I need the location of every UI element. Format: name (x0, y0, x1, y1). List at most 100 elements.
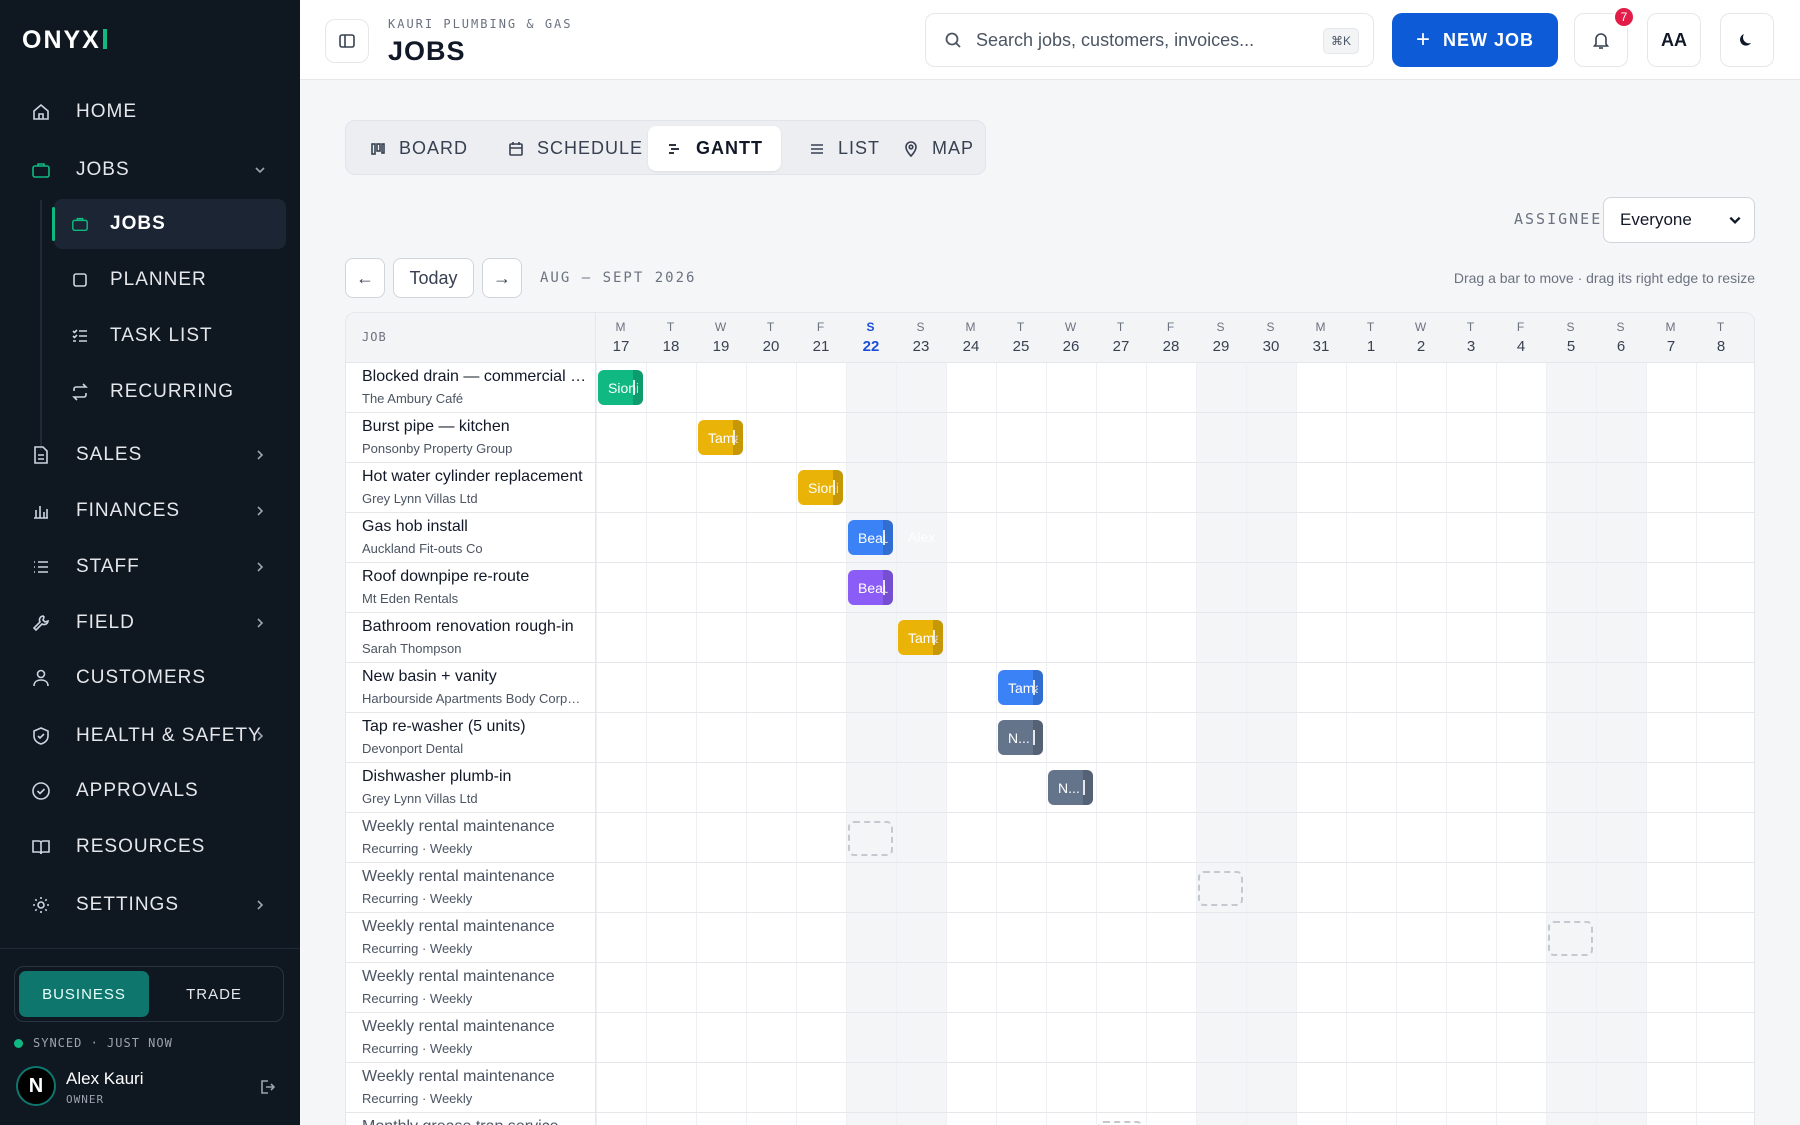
nav-health-safety[interactable]: HEALTH & SAFETY (0, 714, 300, 758)
recurring-placeholder-slot[interactable] (848, 821, 893, 856)
job-bar[interactable]: Beau (848, 570, 893, 605)
chevron-right-icon[interactable] (250, 557, 270, 577)
recurring-placeholder-slot[interactable] (1548, 921, 1593, 956)
sub-item-task-list[interactable]: TASK LIST (54, 311, 286, 361)
job-bar[interactable]: Sioni (798, 470, 843, 505)
breadcrumb[interactable]: KAURI PLUMBING & GAS (388, 17, 573, 31)
nav-label: APPROVALS (76, 780, 199, 801)
job-row[interactable]: Gas hob install Auckland Fit-outs Co Beau A… (346, 513, 1754, 563)
recurring-job-row[interactable]: Weekly rental maintenance Recurring · Wee… (346, 863, 1754, 913)
recurring-placeholder-slot[interactable] (1098, 1121, 1143, 1125)
job-row[interactable]: Dishwasher plumb-in Grey Lynn Villas Ltd N… (346, 763, 1754, 813)
job-title[interactable]: New basin + vanity (362, 668, 587, 686)
day-number: 2 (1416, 338, 1426, 355)
sidebar-toggle-button[interactable] (325, 19, 369, 63)
chevron-right-icon[interactable] (250, 613, 270, 633)
chevron-right-icon[interactable] (250, 895, 270, 915)
job-title[interactable]: Bathroom renovation rough-in (362, 618, 587, 636)
sub-item-recurring[interactable]: RECURRING (54, 367, 286, 417)
recurring-job-row[interactable]: Weekly rental maintenance Recurring · Wee… (346, 1013, 1754, 1063)
job-customer: Harbourside Apartments Body Corporate (362, 691, 587, 706)
chevron-right-icon[interactable] (250, 445, 270, 465)
day-header: S6 (1596, 313, 1646, 363)
job-title[interactable]: Roof downpipe re-route (362, 568, 587, 586)
text-size-button[interactable]: AA (1647, 13, 1701, 67)
job-row[interactable]: Bathroom renovation rough-in Sarah Thomps… (346, 613, 1754, 663)
job-title[interactable]: Tap re-washer (5 units) (362, 718, 587, 736)
assignee-select[interactable]: Everyone (1603, 197, 1755, 243)
recurring-job-row[interactable]: Weekly rental maintenance Recurring · Wee… (346, 963, 1754, 1013)
bar-chart-icon (30, 500, 52, 522)
briefcase-icon (30, 159, 52, 181)
next-button[interactable]: → (482, 258, 522, 298)
sidebar-divider (0, 948, 300, 949)
job-title[interactable]: Weekly rental maintenance (362, 968, 587, 986)
new-job-button[interactable]: + NEW JOB (1392, 13, 1558, 67)
search-input[interactable]: Search jobs, customers, invoices... ⌘K (925, 13, 1374, 67)
job-title[interactable]: Burst pipe — kitchen (362, 418, 587, 436)
day-number: 18 (662, 338, 680, 355)
nav-resources[interactable]: RESOURCES (0, 825, 300, 869)
job-title[interactable]: Monthly grease trap service (362, 1118, 587, 1125)
nav-sales[interactable]: SALES (0, 433, 300, 477)
recurring-job-row[interactable]: Monthly grease trap service (346, 1113, 1754, 1125)
job-title[interactable]: Gas hob install (362, 518, 587, 536)
nav-home[interactable]: HOME (0, 90, 300, 134)
logout-icon[interactable] (256, 1076, 278, 1098)
job-title[interactable]: Dishwasher plumb-in (362, 768, 587, 786)
job-row[interactable]: Roof downpipe re-route Mt Eden Rentals Bea… (346, 563, 1754, 613)
day-of-week: S (1616, 320, 1626, 334)
job-title[interactable]: Blocked drain — commercial kitchen (362, 368, 587, 386)
nav-approvals[interactable]: APPROVALS (0, 769, 300, 813)
job-bar[interactable]: N... (1048, 770, 1093, 805)
mode-trade-button[interactable]: TRADE (149, 971, 279, 1017)
nav-field[interactable]: FIELD (0, 601, 300, 645)
job-bar[interactable]: Tama (998, 670, 1043, 705)
job-row[interactable]: New basin + vanity Harbourside Apartments… (346, 663, 1754, 713)
tab-board[interactable]: BOARD (351, 126, 486, 171)
recurring-job-row[interactable]: Weekly rental maintenance Recurring · Wee… (346, 913, 1754, 963)
nav-staff[interactable]: STAFF (0, 545, 300, 589)
job-row[interactable]: Burst pipe — kitchen Ponsonby Property Gr… (346, 413, 1754, 463)
sub-item-planner[interactable]: PLANNER (54, 255, 286, 305)
chevron-right-icon[interactable] (250, 726, 270, 746)
job-title[interactable]: Weekly rental maintenance (362, 918, 587, 936)
nav-jobs[interactable]: JOBS (0, 148, 300, 192)
sub-item-jobs[interactable]: JOBS (52, 199, 286, 249)
recurring-job-row[interactable]: Weekly rental maintenance Recurring · Wee… (346, 1063, 1754, 1113)
theme-toggle-button[interactable] (1720, 13, 1774, 67)
job-title[interactable]: Hot water cylinder replacement (362, 468, 587, 486)
today-button[interactable]: Today (393, 258, 474, 298)
shield-icon (30, 725, 52, 747)
job-row[interactable]: Blocked drain — commercial kitchen The Am… (346, 363, 1754, 413)
mode-business-button[interactable]: BUSINESS (19, 971, 149, 1017)
job-title[interactable]: Weekly rental maintenance (362, 818, 587, 836)
job-title[interactable]: Weekly rental maintenance (362, 868, 587, 886)
tab-map[interactable]: MAP (884, 126, 992, 171)
app-logo[interactable]: ONYX (22, 26, 107, 55)
notification-badge: 7 (1613, 6, 1635, 28)
recurring-job-row[interactable]: Weekly rental maintenance Recurring · Wee… (346, 813, 1754, 863)
job-row[interactable]: Tap re-washer (5 units) Devonport Dental N… (346, 713, 1754, 763)
job-bar[interactable]: Sioni (598, 370, 643, 405)
tab-schedule[interactable]: SCHEDULE (489, 126, 661, 171)
job-bar[interactable]: Tama (698, 420, 743, 455)
chevron-right-icon[interactable] (250, 501, 270, 521)
nav-customers[interactable]: CUSTOMERS (0, 656, 300, 700)
recurring-placeholder-slot[interactable] (1198, 871, 1243, 906)
job-bar[interactable]: Tama (898, 620, 943, 655)
job-title[interactable]: Weekly rental maintenance (362, 1018, 587, 1036)
user-profile[interactable]: N Alex Kauri OWNER (14, 1066, 286, 1112)
nav-finances[interactable]: FINANCES (0, 489, 300, 533)
tab-gantt[interactable]: GANTT (648, 126, 781, 171)
prev-button[interactable]: ← (345, 258, 385, 298)
nav-settings[interactable]: SETTINGS (0, 883, 300, 927)
job-bar[interactable]: N... (998, 720, 1043, 755)
avatar[interactable]: N (16, 1066, 56, 1106)
job-row[interactable]: Hot water cylinder replacement Grey Lynn … (346, 463, 1754, 513)
tab-list[interactable]: LIST (790, 126, 898, 171)
job-title[interactable]: Weekly rental maintenance (362, 1068, 587, 1086)
notifications-button[interactable]: 7 (1574, 6, 1635, 67)
job-bar[interactable]: Beau Alex (848, 520, 935, 555)
chevron-down-icon[interactable] (250, 160, 270, 180)
